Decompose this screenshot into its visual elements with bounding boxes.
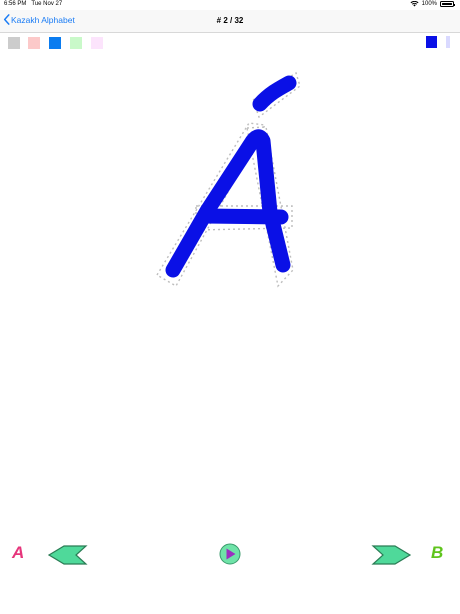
- status-date-text: Tue Nov 27: [31, 1, 63, 7]
- color-swatch-light-pink[interactable]: [91, 37, 103, 49]
- drawn-letter-strokes: [165, 75, 297, 278]
- color-swatch-gray[interactable]: [8, 37, 20, 49]
- secondary-color-swatch[interactable]: [446, 36, 450, 48]
- status-time: 6:56 PM Tue Nov 27: [4, 1, 62, 7]
- app-screen: 6:56 PM Tue Nov 27 100% Kazakh Alphabet …: [0, 0, 460, 614]
- previous-letter-label[interactable]: A: [12, 543, 24, 563]
- wifi-icon: [410, 1, 419, 7]
- battery-percent: 100%: [421, 1, 437, 7]
- battery-icon: [440, 1, 455, 7]
- next-letter-label[interactable]: B: [431, 543, 443, 563]
- color-swatch-blue[interactable]: [49, 37, 61, 49]
- drawing-canvas[interactable]: [0, 50, 460, 530]
- arrow-right-icon[interactable]: [371, 545, 411, 565]
- arrow-left-icon[interactable]: [48, 545, 88, 565]
- page-title: # 2 / 32: [216, 16, 244, 25]
- navigation-bar: Kazakh Alphabet # 2 / 32: [0, 10, 460, 33]
- status-time-text: 6:56 PM: [4, 1, 27, 7]
- status-bar: 6:56 PM Tue Nov 27 100%: [0, 0, 460, 10]
- color-swatch-light-green[interactable]: [70, 37, 82, 49]
- selected-color-swatch[interactable]: [426, 36, 437, 48]
- status-right: 100%: [410, 1, 455, 7]
- play-button[interactable]: [219, 543, 241, 565]
- color-swatch-pink[interactable]: [28, 37, 40, 49]
